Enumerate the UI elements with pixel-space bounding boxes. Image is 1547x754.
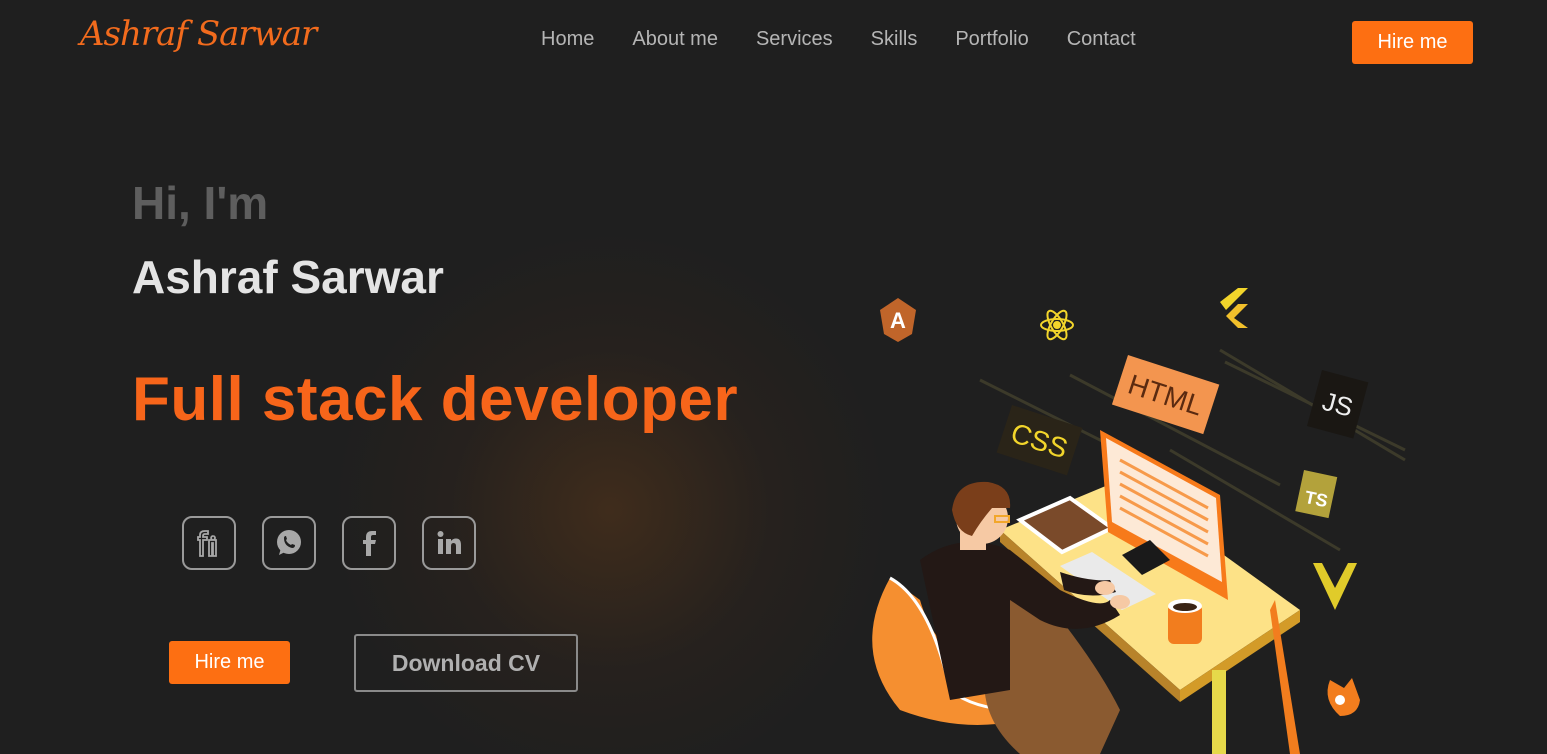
nav-contact[interactable]: Contact <box>1067 28 1136 51</box>
download-cv-button[interactable]: Download CV <box>354 634 578 692</box>
ts-tag: TS <box>1295 470 1338 519</box>
svg-text:A: A <box>890 308 906 333</box>
linkedin-icon <box>437 531 461 554</box>
fiverr-link[interactable] <box>182 516 236 570</box>
greeting: Hi, I'm <box>132 177 269 229</box>
coffee-cup <box>1168 599 1202 644</box>
framework-icon <box>1327 678 1360 716</box>
hire-button[interactable]: Hire me <box>169 641 290 684</box>
whatsapp-link[interactable] <box>262 516 316 570</box>
nav-services[interactable]: Services <box>756 28 833 51</box>
facebook-link[interactable] <box>342 516 396 570</box>
angular-icon: A <box>880 298 916 342</box>
header-hire-button[interactable]: Hire me <box>1352 21 1473 64</box>
vue-icon <box>1313 563 1357 610</box>
react-icon <box>1040 309 1074 341</box>
facebook-icon <box>363 531 376 556</box>
nav-portfolio[interactable]: Portfolio <box>955 28 1028 51</box>
nav-home[interactable]: Home <box>541 28 594 51</box>
html-tag: HTML <box>1111 355 1220 435</box>
social-links <box>182 516 502 570</box>
whatsapp-icon <box>277 530 301 555</box>
developer-illustration: A HTML CSS JS TS <box>872 288 1406 754</box>
hero-role: Full stack developer <box>132 365 739 434</box>
flutter-icon <box>1220 288 1248 328</box>
main-nav: Home About me Services Skills Portfolio … <box>541 28 1174 51</box>
nav-about[interactable]: About me <box>632 28 718 51</box>
hero-name: Ashraf Sarwar <box>132 251 444 303</box>
logo[interactable]: Ashraf Sarwar <box>80 14 317 54</box>
linkedin-link[interactable] <box>422 516 476 570</box>
css-tag: CSS <box>996 405 1083 476</box>
fiverr-icon <box>197 530 217 557</box>
nav-skills[interactable]: Skills <box>871 28 918 51</box>
